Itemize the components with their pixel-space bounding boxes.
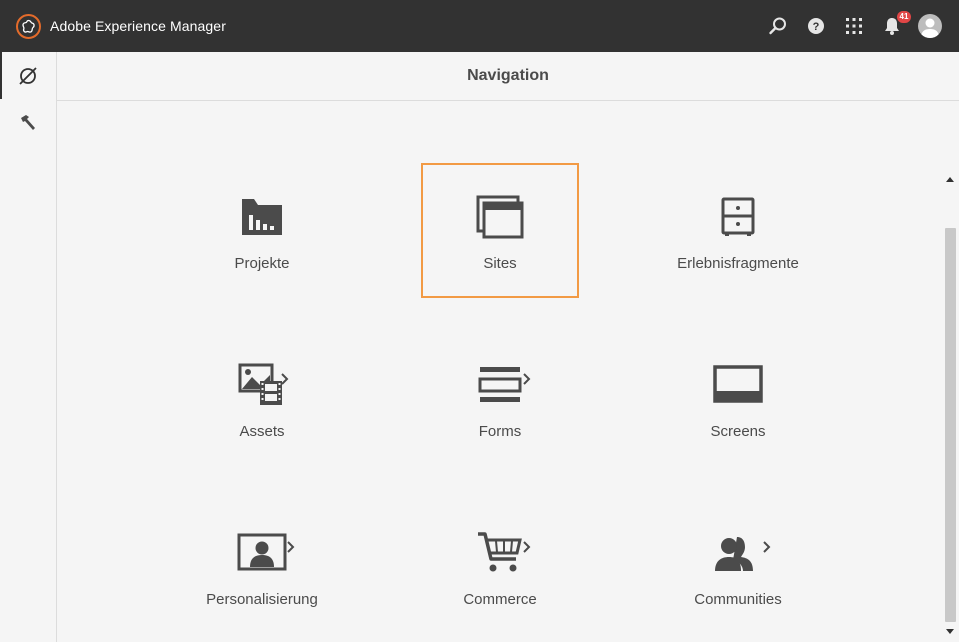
- tile-forms[interactable]: Forms: [421, 331, 579, 466]
- brand-home-link[interactable]: Adobe Experience Manager: [0, 13, 226, 39]
- page-title: Navigation: [467, 67, 549, 84]
- tile-sites[interactable]: Sites: [421, 163, 579, 298]
- tile-label: Erlebnisfragmente: [677, 255, 799, 272]
- adobe-experience-cloud-icon: [16, 13, 41, 39]
- tile-label: Projekte: [234, 255, 290, 272]
- chevron-right-icon: [523, 373, 531, 385]
- tile-projekte[interactable]: Projekte: [183, 163, 341, 298]
- projects-folder-icon: [242, 199, 282, 235]
- navigation-tiles: Projekte Sites Erlebnisfragmente Assets …: [57, 101, 942, 642]
- scroll-up-arrow-icon[interactable]: [945, 174, 955, 184]
- experience-fragments-cabinet-icon: [721, 197, 755, 236]
- tile-personalisierung[interactable]: Personalisierung: [183, 499, 341, 634]
- tile-label: Assets: [239, 423, 285, 440]
- topbar-actions: ? 41: [753, 0, 943, 52]
- grid-icon: [846, 18, 862, 34]
- search-button[interactable]: [765, 13, 791, 39]
- tile-label: Screens: [710, 423, 766, 440]
- navigation-header: Navigation: [57, 52, 959, 101]
- personalization-portrait-icon: [237, 533, 287, 571]
- communities-people-icon: [715, 537, 753, 571]
- notifications-button[interactable]: 41: [879, 11, 911, 39]
- chevron-right-icon: [287, 541, 295, 553]
- app-title: Adobe Experience Manager: [50, 18, 226, 34]
- top-bar: Adobe Experience Manager ? 41: [0, 0, 959, 52]
- search-icon: [769, 17, 786, 35]
- notification-count-badge: 41: [897, 11, 911, 23]
- compass-icon: [19, 66, 37, 85]
- tile-label: Sites: [483, 255, 517, 272]
- rail-item-navigation[interactable]: [0, 52, 56, 99]
- tile-erlebnisfragmente[interactable]: Erlebnisfragmente: [659, 163, 817, 298]
- assets-image-film-icon: [238, 363, 282, 405]
- user-avatar-icon: [918, 14, 942, 38]
- scrollbar-thumb[interactable]: [945, 228, 956, 622]
- help-button[interactable]: ?: [803, 13, 829, 39]
- commerce-cart-icon: [478, 532, 522, 572]
- left-rail: [0, 52, 57, 642]
- tile-label: Commerce: [463, 591, 537, 608]
- screens-monitor-icon: [713, 365, 763, 403]
- scroll-down-arrow-icon[interactable]: [945, 627, 955, 637]
- tile-commerce[interactable]: Commerce: [421, 499, 579, 634]
- rail-item-tools[interactable]: [0, 99, 56, 146]
- help-icon: ?: [808, 18, 824, 34]
- hammer-icon: [21, 114, 35, 130]
- chevron-right-icon: [281, 373, 289, 385]
- svg-text:?: ?: [813, 21, 820, 33]
- chevron-right-icon: [763, 541, 771, 553]
- tile-label: Personalisierung: [206, 591, 318, 608]
- tile-label: Forms: [478, 423, 522, 440]
- chevron-right-icon: [523, 541, 531, 553]
- tile-assets[interactable]: Assets: [183, 331, 341, 466]
- forms-lines-icon: [478, 367, 522, 402]
- tile-communities[interactable]: Communities: [659, 499, 817, 634]
- solutions-button[interactable]: [841, 13, 867, 39]
- sites-windows-icon: [476, 195, 524, 239]
- user-profile-button[interactable]: [917, 13, 943, 39]
- tile-screens[interactable]: Screens: [659, 331, 817, 466]
- tile-label: Communities: [694, 591, 782, 608]
